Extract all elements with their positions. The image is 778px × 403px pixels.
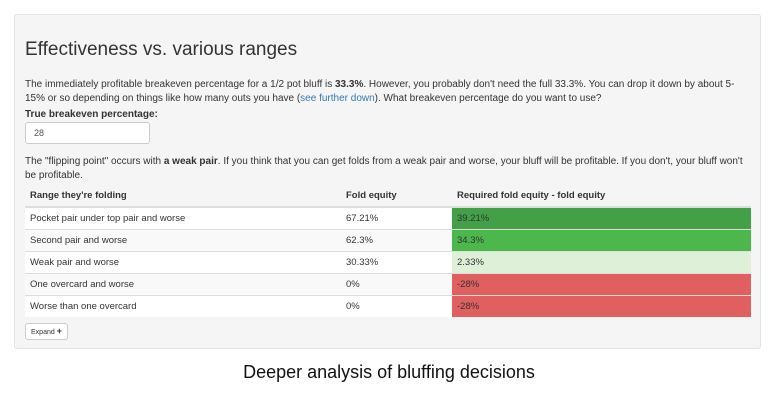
breakeven-label: True breakeven percentage: xyxy=(25,109,158,120)
flip-hand: a weak pair xyxy=(163,156,218,167)
header-required-diff: Required fold equity - fold equity xyxy=(452,185,751,208)
range-cell: Weak pair and worse xyxy=(25,250,341,273)
header-range: Range they're folding xyxy=(25,185,341,208)
analysis-panel: Effectiveness vs. various ranges The imm… xyxy=(14,14,761,349)
flip-text-1: The "flipping point" occurs with xyxy=(25,156,164,167)
fold-equity-cell: 0% xyxy=(341,294,452,317)
diff-cell: -28% xyxy=(452,272,751,295)
table-row: Weak pair and worse 30.33% 2.33% xyxy=(25,250,751,273)
range-cell: Worse than one overcard xyxy=(25,294,341,317)
expand-label: Expand xyxy=(31,329,55,336)
intro-paragraph: The immediately profitable breakeven per… xyxy=(25,78,753,105)
intro-text-3: ). What breakeven percentage do you want… xyxy=(374,92,602,104)
intro-text-1: The immediately profitable breakeven per… xyxy=(25,79,335,90)
ranges-table: Range they're folding Fold equity Requir… xyxy=(25,185,751,317)
range-cell: Second pair and worse xyxy=(25,228,341,251)
table-row: Pocket pair under top pair and worse 67.… xyxy=(25,206,751,229)
expand-button[interactable]: Expand + xyxy=(25,323,68,340)
table-row: Worse than one overcard 0% -28% xyxy=(25,294,751,317)
fold-equity-cell: 67.21% xyxy=(341,206,452,229)
fold-equity-cell: 0% xyxy=(341,272,452,295)
diff-cell: -28% xyxy=(452,294,751,317)
flip-paragraph: The "flipping point" occurs with a weak … xyxy=(25,155,753,182)
table-header-row: Range they're folding Fold equity Requir… xyxy=(25,185,751,208)
fold-equity-cell: 62.3% xyxy=(341,228,452,251)
header-fold-equity: Fold equity xyxy=(341,185,452,208)
plus-icon: + xyxy=(56,326,62,336)
intro-breakeven-pct: 33.3% xyxy=(335,79,364,90)
breakeven-input[interactable] xyxy=(25,122,150,144)
fold-equity-cell: 30.33% xyxy=(341,250,452,273)
see-further-down-link[interactable]: see further down xyxy=(300,93,375,104)
diff-cell: 39.21% xyxy=(452,206,751,229)
range-cell: Pocket pair under top pair and worse xyxy=(25,206,341,229)
diff-cell: 2.33% xyxy=(452,250,751,273)
section-title: Effectiveness vs. various ranges xyxy=(25,39,298,60)
range-cell: One overcard and worse xyxy=(25,272,341,295)
table-row: One overcard and worse 0% -28% xyxy=(25,272,751,295)
table-row: Second pair and worse 62.3% 34.3% xyxy=(25,228,751,251)
diff-cell: 34.3% xyxy=(452,228,751,251)
figure-caption: Deeper analysis of bluffing decisions xyxy=(243,362,535,382)
